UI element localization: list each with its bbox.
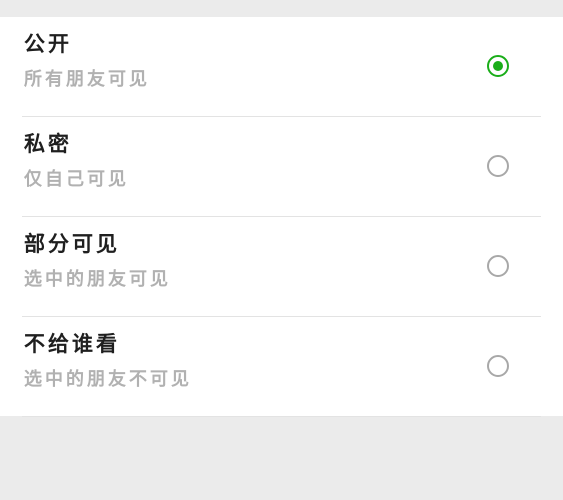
radio-unchecked-icon[interactable] xyxy=(487,355,509,377)
option-private[interactable]: 私密 仅自己可见 xyxy=(0,117,563,217)
visibility-settings-page: 公开 所有朋友可见 私密 仅自己可见 部分可见 选中的朋友可见 不给谁看 选中的… xyxy=(0,0,563,500)
option-public[interactable]: 公开 所有朋友可见 xyxy=(0,17,563,117)
visibility-options-list: 公开 所有朋友可见 私密 仅自己可见 部分可见 选中的朋友可见 不给谁看 选中的… xyxy=(0,17,563,417)
option-subtitle: 所有朋友可见 xyxy=(24,69,150,90)
radio-dot xyxy=(493,61,503,71)
radio-unchecked-icon[interactable] xyxy=(487,255,509,277)
option-partial-visible[interactable]: 部分可见 选中的朋友可见 xyxy=(0,217,563,317)
option-title: 私密 xyxy=(24,132,72,156)
option-subtitle: 仅自己可见 xyxy=(24,169,129,190)
option-subtitle: 选中的朋友不可见 xyxy=(24,369,192,390)
divider xyxy=(22,416,541,417)
option-title: 公开 xyxy=(24,32,72,56)
radio-unchecked-icon[interactable] xyxy=(487,155,509,177)
option-title: 部分可见 xyxy=(24,232,120,256)
option-title: 不给谁看 xyxy=(24,332,120,356)
option-hide-from[interactable]: 不给谁看 选中的朋友不可见 xyxy=(0,317,563,417)
radio-checked-icon[interactable] xyxy=(487,55,509,77)
option-subtitle: 选中的朋友可见 xyxy=(24,269,171,290)
